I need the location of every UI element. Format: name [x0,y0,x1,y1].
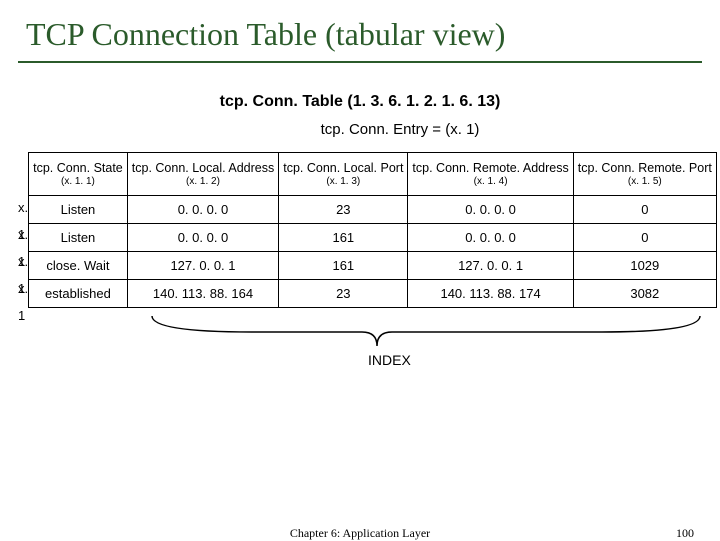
entry-oid-heading: tcp. Conn. Entry = (x. 1) [18,121,702,138]
cell-rport: 1029 [573,252,716,280]
table-row: close. Wait 127. 0. 0. 1 161 127. 0. 0. … [29,252,717,280]
row-label: x. 1 [18,248,28,275]
row-label: x. 1 [18,275,28,302]
cell-laddr: 127. 0. 0. 1 [127,252,278,280]
cell-laddr: 140. 113. 88. 164 [127,280,278,308]
col-header-laddr: tcp. Conn. Local. Address (x. 1. 2) [127,153,278,196]
table-oid-heading: tcp. Conn. Table (1. 3. 6. 1. 2. 1. 6. 1… [18,93,702,111]
cell-rport: 0 [573,224,716,252]
row-label: x. 1 [18,194,28,221]
cell-raddr: 0. 0. 0. 0 [408,196,573,224]
cell-laddr: 0. 0. 0. 0 [127,224,278,252]
cell-lport: 161 [279,252,408,280]
col-header-rport: tcp. Conn. Remote. Port (x. 1. 5) [573,153,716,196]
col-header-lport: tcp. Conn. Local. Port (x. 1. 3) [279,153,408,196]
cell-lport: 23 [279,196,408,224]
cell-rport: 3082 [573,280,716,308]
page-number: 100 [676,526,694,541]
col-header-raddr: tcp. Conn. Remote. Address (x. 1. 4) [408,153,573,196]
cell-state: Listen [29,196,128,224]
cell-rport: 0 [573,196,716,224]
cell-laddr: 0. 0. 0. 0 [127,196,278,224]
cell-state: established [29,280,128,308]
table-row: established 140. 113. 88. 164 23 140. 11… [29,280,717,308]
cell-lport: 161 [279,224,408,252]
tcp-conn-table: tcp. Conn. State (x. 1. 1) tcp. Conn. Lo… [28,152,717,308]
cell-raddr: 127. 0. 0. 1 [408,252,573,280]
index-label: INDEX [368,352,411,368]
cell-raddr: 0. 0. 0. 0 [408,224,573,252]
table-row: Listen 0. 0. 0. 0 161 0. 0. 0. 0 0 [29,224,717,252]
table-row: Listen 0. 0. 0. 0 23 0. 0. 0. 0 0 [29,196,717,224]
row-label: x. 1 [18,221,28,248]
footer-chapter: Chapter 6: Application Layer [0,526,720,541]
cell-state: Listen [29,224,128,252]
cell-lport: 23 [279,280,408,308]
index-brace: INDEX [18,314,702,374]
cell-state: close. Wait [29,252,128,280]
row-index-labels: x. 1 x. 1 x. 1 x. 1 [18,152,28,302]
cell-raddr: 140. 113. 88. 174 [408,280,573,308]
title-underline [18,61,702,63]
slide-title: TCP Connection Table (tabular view) [18,12,702,61]
col-header-state: tcp. Conn. State (x. 1. 1) [29,153,128,196]
